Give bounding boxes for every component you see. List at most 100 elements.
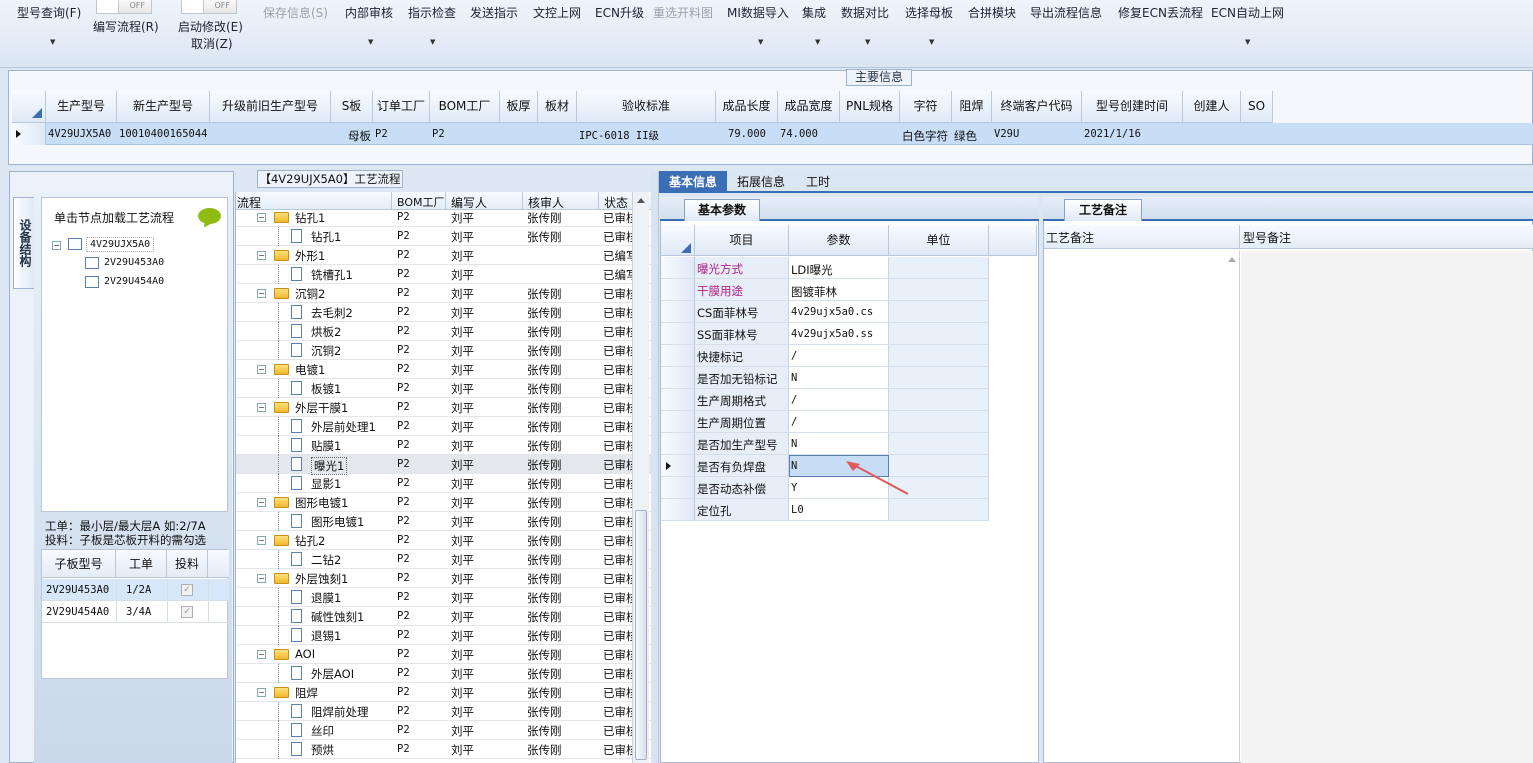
tree-child-label-2[interactable]: 2V29U454A0 [104, 276, 164, 287]
param-col-header[interactable]: 参数 [789, 225, 889, 256]
flow-name[interactable]: 曝光1 [311, 457, 348, 475]
param-col-header[interactable]: 项目 [695, 225, 789, 256]
main-col-header[interactable]: 板材 [538, 91, 577, 123]
scroll-thumb[interactable] [635, 510, 647, 760]
flow-name[interactable]: 丝印 [311, 723, 334, 739]
collapse-icon[interactable]: − [257, 403, 266, 412]
feed-checkbox[interactable]: ✓ [181, 606, 193, 618]
toggle-switch[interactable]: OFF [181, 0, 237, 14]
chevron-down-icon[interactable]: ▼ [929, 38, 934, 46]
chevron-down-icon[interactable]: ▼ [865, 38, 870, 46]
main-col-header[interactable]: 验收标准 [577, 91, 716, 123]
param-unit-cell[interactable] [889, 367, 989, 389]
param-unit-cell[interactable] [889, 433, 989, 455]
flow-name[interactable]: 沉铜2 [311, 343, 341, 359]
flow-scrollbar[interactable] [632, 192, 649, 763]
toggle-switch[interactable]: OFF [96, 0, 152, 14]
param-value-input[interactable] [789, 411, 889, 433]
param-value-input[interactable] [789, 499, 889, 521]
flow-name[interactable]: 退锡1 [311, 628, 341, 644]
right-tab-2[interactable]: 工时 [795, 171, 841, 193]
sub-col-header[interactable]: 投料 [167, 550, 208, 578]
toolbar-button-13[interactable]: 选择母板 [905, 5, 953, 22]
main-info-cell[interactable]: 白色字符 [900, 128, 952, 144]
collapse-icon[interactable]: − [257, 574, 266, 583]
right-tab-0[interactable]: 基本信息 [659, 171, 727, 193]
toolbar-button-6[interactable]: 发送指示 [470, 5, 518, 22]
main-info-cell[interactable]: 74.000 [778, 128, 840, 140]
notes-tab[interactable]: 工艺备注 [1064, 199, 1142, 221]
toolbar-button-8[interactable]: ECN升级 [595, 5, 644, 22]
main-col-header[interactable]: 成品宽度 [778, 91, 840, 123]
main-col-header[interactable]: PNL规格 [840, 91, 900, 123]
flow-name[interactable]: 外层蚀刻1 [295, 571, 348, 587]
right-tab-1[interactable]: 拓展信息 [727, 171, 795, 193]
chevron-down-icon[interactable]: ▼ [815, 38, 820, 46]
toolbar-button-2[interactable]: 启动修改(E) [178, 19, 243, 36]
flow-name[interactable]: 钻孔1 [295, 210, 325, 226]
main-info-cell[interactable]: 2021/1/16 [1082, 128, 1183, 140]
chevron-down-icon[interactable]: ▼ [1245, 38, 1250, 46]
toolbar-button-10[interactable]: MI数据导入 [727, 5, 789, 22]
main-col-header[interactable]: 字符 [900, 91, 952, 123]
flow-name[interactable]: 钻孔2 [295, 533, 325, 549]
collapse-icon[interactable]: − [257, 251, 266, 260]
sub-order[interactable]: 1/2A [126, 584, 151, 596]
main-info-cell[interactable]: V29U [992, 128, 1082, 140]
flow-name[interactable]: 显影1 [311, 476, 341, 492]
collapse-icon[interactable]: − [257, 650, 266, 659]
main-col-header[interactable]: 升级前旧生产型号 [210, 91, 331, 123]
flow-name[interactable]: AOI [295, 647, 315, 661]
sub-col-header[interactable]: 工单 [116, 550, 167, 578]
main-col-header[interactable]: 创建人 [1183, 91, 1241, 123]
main-col-header[interactable]: 成品长度 [716, 91, 778, 123]
flow-name[interactable]: 烘板2 [311, 324, 341, 340]
param-col-header[interactable]: 单位 [889, 225, 989, 256]
sub-order[interactable]: 3/4A [126, 606, 151, 618]
main-col-header[interactable]: SO [1241, 91, 1273, 123]
side-tab-equipment[interactable]: 设备结构 [13, 197, 35, 289]
main-col-header[interactable]: 阻焊 [952, 91, 992, 123]
toolbar-button-11[interactable]: 集成 [802, 5, 826, 22]
notes-textarea-model[interactable] [1241, 251, 1533, 763]
flow-name[interactable]: 钻孔1 [311, 229, 341, 245]
toolbar-button-9[interactable]: 重选开料图 [653, 5, 713, 22]
main-col-header[interactable]: 终端客户代码 [992, 91, 1082, 123]
main-info-cell[interactable]: IPC-6018 II级 [577, 128, 716, 143]
scroll-up-icon[interactable] [637, 198, 645, 203]
param-unit-cell[interactable] [889, 499, 989, 521]
toolbar-button-14[interactable]: 合拼模块 [968, 5, 1016, 22]
param-unit-cell[interactable] [889, 389, 989, 411]
flow-name[interactable]: 阻焊前处理 [311, 704, 369, 720]
flow-name[interactable]: 预烘 [311, 742, 334, 758]
flow-name[interactable]: 外形1 [295, 248, 325, 264]
toolbar-button-4[interactable]: 内部审核 [345, 5, 393, 22]
flow-name[interactable]: 二钻2 [311, 552, 341, 568]
collapse-icon[interactable]: − [257, 498, 266, 507]
param-unit-cell[interactable] [889, 345, 989, 367]
splitter[interactable] [651, 171, 659, 763]
toolbar-button-1[interactable]: 编写流程(R) [93, 19, 159, 36]
collapse-icon[interactable]: − [257, 688, 266, 697]
chevron-down-icon[interactable]: ▼ [758, 38, 763, 46]
flow-name[interactable]: 沉铜2 [295, 286, 325, 302]
flow-name[interactable]: 图形电镀1 [295, 495, 348, 511]
sub-col-header[interactable]: 子板型号 [42, 550, 116, 578]
main-col-header[interactable]: S板 [331, 91, 373, 123]
flow-name[interactable]: 退膜1 [311, 590, 341, 606]
param-unit-cell[interactable] [889, 279, 989, 301]
toolbar-button-5[interactable]: 指示检查 [408, 5, 456, 22]
notes-textarea-process[interactable] [1044, 251, 1240, 763]
flow-name[interactable]: 图形电镀1 [311, 514, 364, 530]
feed-checkbox[interactable]: ✓ [181, 584, 193, 596]
param-unit-cell[interactable] [889, 323, 989, 345]
toolbar-button-3[interactable]: 保存信息(S) [263, 5, 328, 22]
main-col-header[interactable]: 生产型号 [46, 91, 117, 123]
toolbar-button-17[interactable]: ECN自动上网 [1211, 5, 1284, 22]
flow-name[interactable]: 外层前处理1 [311, 419, 376, 435]
main-col-header[interactable]: 型号创建时间 [1082, 91, 1183, 123]
toolbar-button-16[interactable]: 修复ECN丢流程 [1118, 5, 1203, 22]
param-value-input[interactable] [789, 389, 889, 411]
flow-name[interactable]: 阻焊 [295, 685, 318, 701]
toolbar-button-0[interactable]: 型号查询(F) [17, 5, 81, 22]
